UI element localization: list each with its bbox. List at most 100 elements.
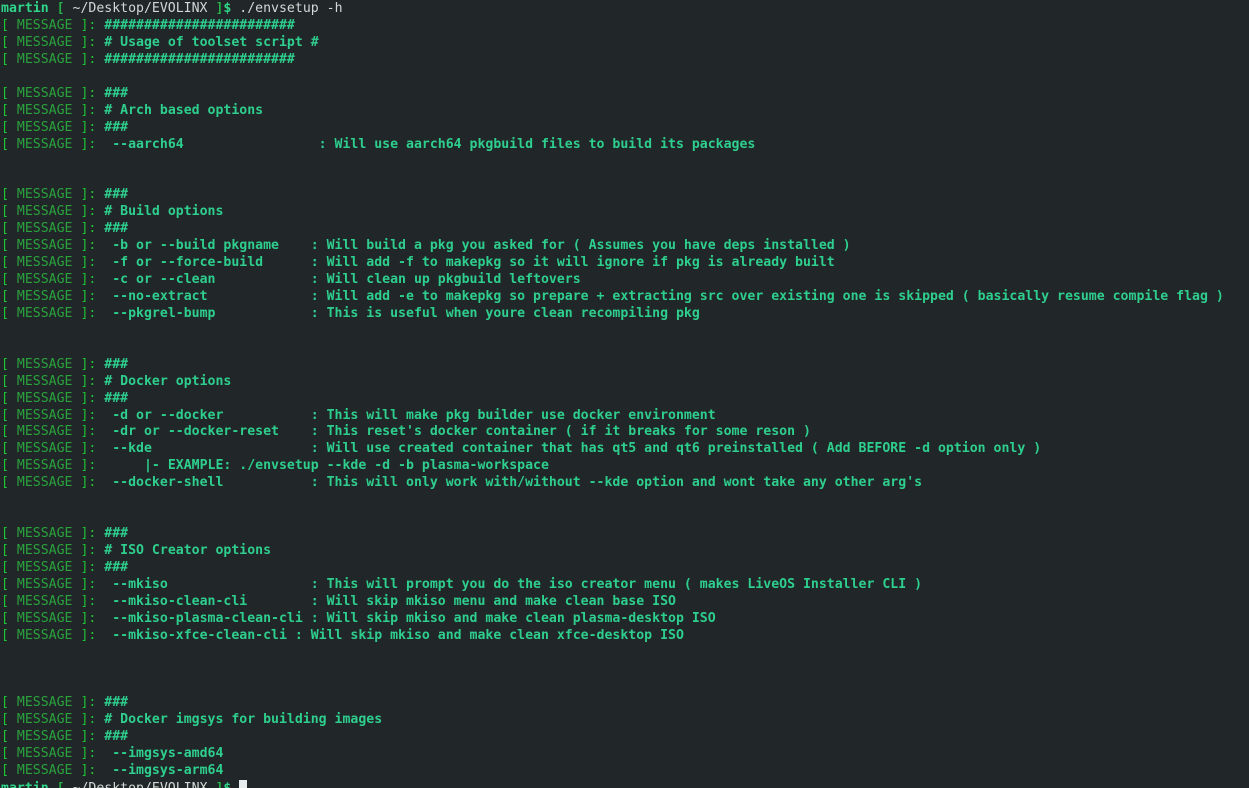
terminal-line: [ MESSAGE ]: --no-extract : Will add -e … [1,289,1249,306]
message-tag-label: MESSAGE [16,424,73,440]
prompt-line: martin [ ~/Desktop/EVOLINX ]$ [1,780,1249,788]
message-bracket-open: [ [1,238,9,254]
terminal-line: [ MESSAGE ]: -f or --force-build : Will … [1,255,1249,272]
message-bracket-open: [ [1,712,9,728]
message-tag-label: MESSAGE [16,729,73,745]
message-colon: : [88,610,97,626]
message-text: # Usage of toolset script # [104,34,319,50]
terminal-line: [ MESSAGE ]: # Usage of toolset script # [1,35,1249,52]
terminal-window[interactable]: martin [ ~/Desktop/EVOLINX ]$ ./envsetup… [0,0,1249,788]
message-tag-label: MESSAGE [16,85,73,101]
prompt-path: ~/Desktop/EVOLINX [72,1,208,16]
message-bracket-open: [ [1,187,9,203]
message-tag-label: MESSAGE [16,204,73,220]
message-text: -b or --build pkgname : Will build a pkg… [104,238,851,254]
message-colon: : [88,576,97,592]
prompt-line: martin [ ~/Desktop/EVOLINX ]$ ./envsetup… [1,1,1249,18]
message-colon: : [88,441,97,457]
terminal-line: [ MESSAGE ]: ### [1,120,1249,137]
message-colon: : [88,593,97,609]
terminal-line: [ MESSAGE ]: --docker-shell : This will … [1,475,1249,492]
message-tag-label: MESSAGE [16,356,73,372]
prompt-path: ~/Desktop/EVOLINX [73,781,208,788]
message-bracket-open: [ [1,695,9,711]
message-tag-label: MESSAGE [16,102,73,118]
message-text: -f or --force-build : Will add -f to mak… [104,255,835,271]
terminal-line: [ MESSAGE ]: ### [1,560,1249,577]
message-text: ### [104,559,129,575]
message-colon: : [88,102,97,118]
message-tag-label: MESSAGE [16,119,73,135]
message-tag-label: MESSAGE [16,34,73,50]
message-colon: : [88,238,97,254]
message-tag-label: MESSAGE [16,51,73,67]
message-tag-label: MESSAGE [16,441,73,457]
terminal-line: [ MESSAGE ]: ### [1,729,1249,746]
message-text: # Docker imgsys for building images [104,712,383,728]
message-tag-label: MESSAGE [16,17,73,33]
terminal-line: [ MESSAGE ]: ### [1,357,1249,374]
terminal-line: [ MESSAGE ]: ### [1,391,1249,408]
message-bracket-open: [ [1,424,9,440]
prompt-bracket-open: [ [57,781,65,788]
message-bracket-open: [ [1,102,9,118]
prompt-dollar: $ [223,781,231,788]
message-bracket-open: [ [1,593,9,609]
message-tag-label: MESSAGE [16,526,73,542]
terminal-line: [ MESSAGE ]: --pkgrel-bump : This is use… [1,306,1249,323]
terminal-line: [ MESSAGE ]: --mkiso : This will prompt … [1,577,1249,594]
message-tag-label: MESSAGE [16,593,73,609]
message-bracket-open: [ [1,34,9,50]
text-cursor[interactable] [239,780,248,788]
message-text: ### [104,526,129,542]
message-bracket-open: [ [1,526,9,542]
message-text: ### [104,85,129,101]
message-text: ######################## [104,17,295,33]
message-text: --mkiso-plasma-clean-cli : Will skip mki… [104,610,716,626]
message-bracket-open: [ [1,51,9,67]
terminal-line: [ MESSAGE ]: ### [1,221,1249,238]
message-bracket-open: [ [1,221,9,237]
terminal-line: [ MESSAGE ]: ### [1,86,1249,103]
message-colon: : [88,390,97,406]
message-text: --no-extract : Will add -e to makepkg so… [104,288,1224,304]
message-bracket-open: [ [1,356,9,372]
message-text: --mkiso-clean-cli : Will skip mkiso menu… [104,593,676,609]
message-text: ### [104,187,129,203]
message-bracket-open: [ [1,136,9,152]
message-colon: : [88,119,97,135]
message-tag-label: MESSAGE [16,695,73,711]
terminal-line: [ MESSAGE ]: # Arch based options [1,103,1249,120]
message-colon: : [88,85,97,101]
message-colon: : [88,288,97,304]
message-bracket-open: [ [1,373,9,389]
message-tag-label: MESSAGE [16,255,73,271]
message-tag-label: MESSAGE [16,407,73,423]
message-tag-label: MESSAGE [16,712,73,728]
message-tag-label: MESSAGE [16,458,73,474]
terminal-line: [ MESSAGE ]: -c or --clean : Will clean … [1,272,1249,289]
message-tag-label: MESSAGE [16,187,73,203]
message-colon: : [88,356,97,372]
message-text: # Arch based options [104,102,264,118]
message-bracket-open: [ [1,390,9,406]
message-text: ### [104,729,129,745]
message-colon: : [88,458,97,474]
message-colon: : [88,373,97,389]
message-text: # ISO Creator options [104,543,272,558]
message-colon: : [88,221,97,237]
terminal-line: [ MESSAGE ]: ### [1,695,1249,712]
message-colon: : [88,187,97,203]
message-bracket-open: [ [1,458,9,474]
terminal-line: [ MESSAGE ]: --imgsys-arm64 [1,763,1249,780]
message-colon: : [88,559,97,575]
message-text: # Docker options [104,373,232,389]
message-tag-label: MESSAGE [16,576,73,592]
